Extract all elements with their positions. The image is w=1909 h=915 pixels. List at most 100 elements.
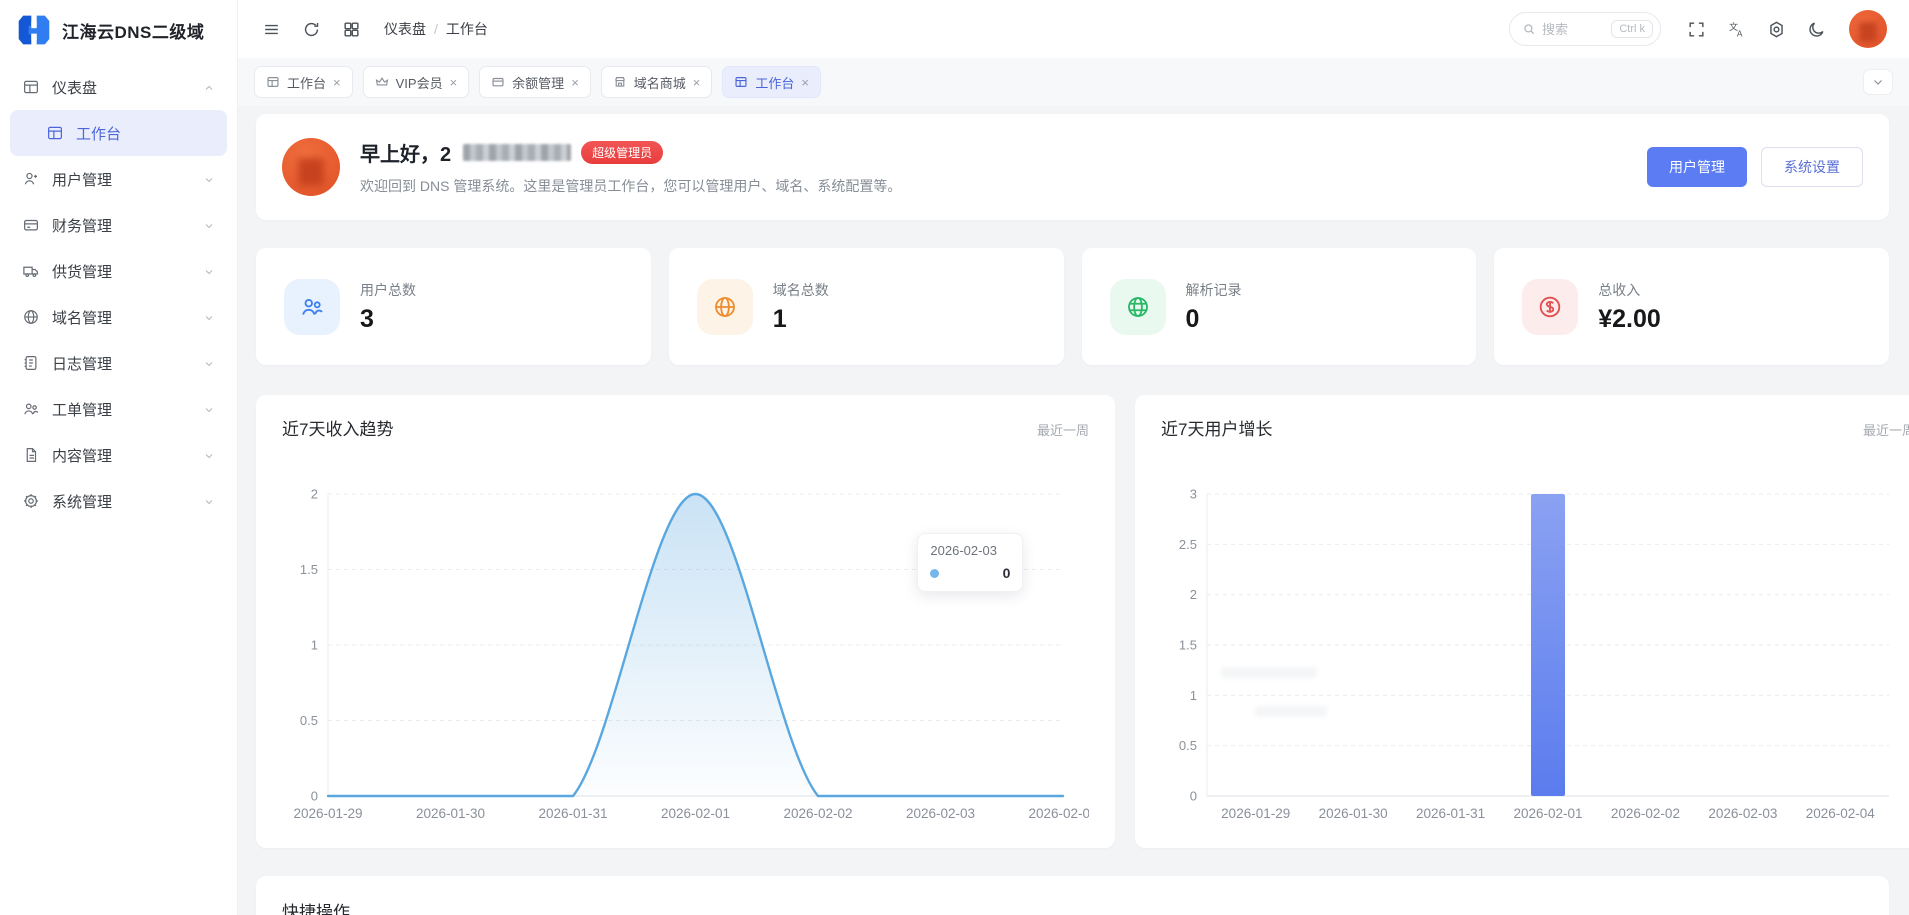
close-icon[interactable]: × <box>801 76 809 89</box>
chevron-down-icon <box>203 173 215 185</box>
breadcrumb: 仪表盘 / 工作台 <box>384 19 488 39</box>
tabstrip-collapse-button[interactable] <box>1863 69 1893 95</box>
storefront-icon <box>613 75 627 89</box>
chart-title: 近7天收入趋势 <box>282 415 393 440</box>
close-icon[interactable]: × <box>450 76 458 89</box>
breadcrumb-separator: / <box>434 21 438 37</box>
search-input[interactable] <box>1542 22 1602 37</box>
fullscreen-icon <box>1687 20 1706 39</box>
grid-icon <box>342 20 361 39</box>
svg-text:0: 0 <box>1190 789 1197 804</box>
chevron-down-icon <box>203 265 215 277</box>
tab-balance[interactable]: 余额管理 × <box>479 66 591 98</box>
user-avatar[interactable] <box>1849 10 1887 48</box>
svg-text:2026-02-01: 2026-02-01 <box>1513 806 1582 821</box>
hamburger-icon <box>262 20 281 39</box>
sidebar-item-finance[interactable]: 财务管理 <box>10 202 227 248</box>
svg-text:2026-02-03: 2026-02-03 <box>906 806 975 821</box>
svg-text:2026-01-31: 2026-01-31 <box>1416 806 1485 821</box>
svg-text:2026-02-04: 2026-02-04 <box>1028 806 1089 821</box>
svg-text:2: 2 <box>311 487 318 502</box>
chevron-down-icon <box>203 357 215 369</box>
people-icon <box>22 400 40 418</box>
sidebar-item-content[interactable]: 内容管理 <box>10 432 227 478</box>
chevron-down-icon <box>203 219 215 231</box>
sidebar-item-users[interactable]: 用户管理 <box>10 156 227 202</box>
workbench-icon <box>734 75 748 89</box>
sidebar-item-supply[interactable]: 供货管理 <box>10 248 227 294</box>
stat-card-dns-records: 解析记录 0 <box>1082 248 1477 365</box>
layout-grid-button[interactable] <box>334 12 368 46</box>
settings-badge-icon <box>1767 20 1786 39</box>
system-settings-button[interactable]: 系统设置 <box>1761 147 1863 187</box>
sidebar: 江海云DNS二级域 仪表盘 工作台 <box>0 0 238 915</box>
sidebar-item-system[interactable]: 系统管理 <box>10 478 227 524</box>
greeting-text: 早上好，2 <box>360 138 451 167</box>
stat-card-domains: 域名总数 1 <box>669 248 1064 365</box>
tab-strip: 工作台 × VIP会员 × 余额管理 × 域名商城 × 工作台 × <box>238 58 1909 106</box>
tab-vip[interactable]: VIP会员 × <box>363 66 470 98</box>
top-header: 仪表盘 / 工作台 Ctrl k 文A <box>238 0 1909 58</box>
app-title: 江海云DNS二级域 <box>62 18 204 43</box>
moon-icon <box>1807 20 1826 39</box>
breadcrumb-workbench[interactable]: 工作台 <box>446 19 488 39</box>
sidebar-item-tickets[interactable]: 工单管理 <box>10 386 227 432</box>
globe-icon <box>697 279 753 335</box>
sidebar-item-dashboard[interactable]: 仪表盘 <box>10 64 227 110</box>
quick-actions-title: 快捷操作 <box>282 898 1863 915</box>
redacted-username <box>463 144 571 161</box>
sidebar-item-domains[interactable]: 域名管理 <box>10 294 227 340</box>
svg-text:1: 1 <box>311 638 318 653</box>
globe-network-icon <box>1110 279 1166 335</box>
revenue-trend-chart: 00.511.522026-01-292026-01-302026-01-312… <box>282 444 1089 826</box>
chevron-up-icon <box>203 81 215 93</box>
stat-cards: 用户总数 3 域名总数 1 解析记录 0 <box>256 248 1889 365</box>
dark-mode-button[interactable] <box>1799 12 1833 46</box>
chevron-down-icon <box>203 495 215 507</box>
globe-icon <box>22 308 40 326</box>
workbench-icon <box>266 75 280 89</box>
svg-text:2026-01-29: 2026-01-29 <box>1221 806 1290 821</box>
tab-workbench-2[interactable]: 工作台 × <box>722 66 821 98</box>
close-icon[interactable]: × <box>693 76 701 89</box>
language-button[interactable]: 文A <box>1719 12 1753 46</box>
user-growth-card: 近7天用户增长 最近一周 00.511.522.532026-01-292026… <box>1135 395 1909 848</box>
svg-text:0.5: 0.5 <box>1179 738 1197 753</box>
dashboard-icon <box>22 78 40 96</box>
truck-icon <box>22 262 40 280</box>
tab-workbench-1[interactable]: 工作台 × <box>254 66 353 98</box>
watermark <box>1221 667 1327 717</box>
series-dot <box>930 569 939 578</box>
notebook-icon <box>22 354 40 372</box>
svg-text:1.5: 1.5 <box>1179 638 1197 653</box>
app-logo[interactable]: 江海云DNS二级域 <box>0 0 237 60</box>
svg-text:2026-02-03: 2026-02-03 <box>1708 806 1777 821</box>
refresh-button[interactable] <box>294 12 328 46</box>
revenue-trend-card: 近7天收入趋势 最近一周 00.511.522026-01-292026-01-… <box>256 395 1115 848</box>
dollar-icon <box>1522 279 1578 335</box>
chart-title: 近7天用户增长 <box>1161 415 1272 440</box>
tab-domain-shop[interactable]: 域名商城 × <box>601 66 713 98</box>
search-icon <box>1522 22 1536 36</box>
logo-icon <box>16 12 52 48</box>
settings-button[interactable] <box>1759 12 1793 46</box>
sidebar-item-logs[interactable]: 日志管理 <box>10 340 227 386</box>
svg-text:2026-02-04: 2026-02-04 <box>1806 806 1876 821</box>
user-growth-chart: 00.511.522.532026-01-292026-01-302026-01… <box>1161 444 1909 826</box>
svg-text:2026-02-02: 2026-02-02 <box>1611 806 1680 821</box>
global-search[interactable]: Ctrl k <box>1509 12 1661 46</box>
user-management-button[interactable]: 用户管理 <box>1647 147 1747 187</box>
sidebar-item-workbench[interactable]: 工作台 <box>10 110 227 156</box>
role-badge: 超级管理员 <box>581 141 663 164</box>
fullscreen-button[interactable] <box>1679 12 1713 46</box>
workbench-icon <box>46 124 64 142</box>
stat-card-revenue: 总收入 ¥2.00 <box>1494 248 1889 365</box>
close-icon[interactable]: × <box>333 76 341 89</box>
sidebar-collapse-button[interactable] <box>254 12 288 46</box>
svg-text:2026-02-02: 2026-02-02 <box>783 806 852 821</box>
quick-actions-card: 快捷操作 <box>256 876 1889 915</box>
close-icon[interactable]: × <box>571 76 579 89</box>
wallet-icon <box>491 75 505 89</box>
bank-card-icon <box>22 216 40 234</box>
breadcrumb-dashboard[interactable]: 仪表盘 <box>384 19 426 39</box>
